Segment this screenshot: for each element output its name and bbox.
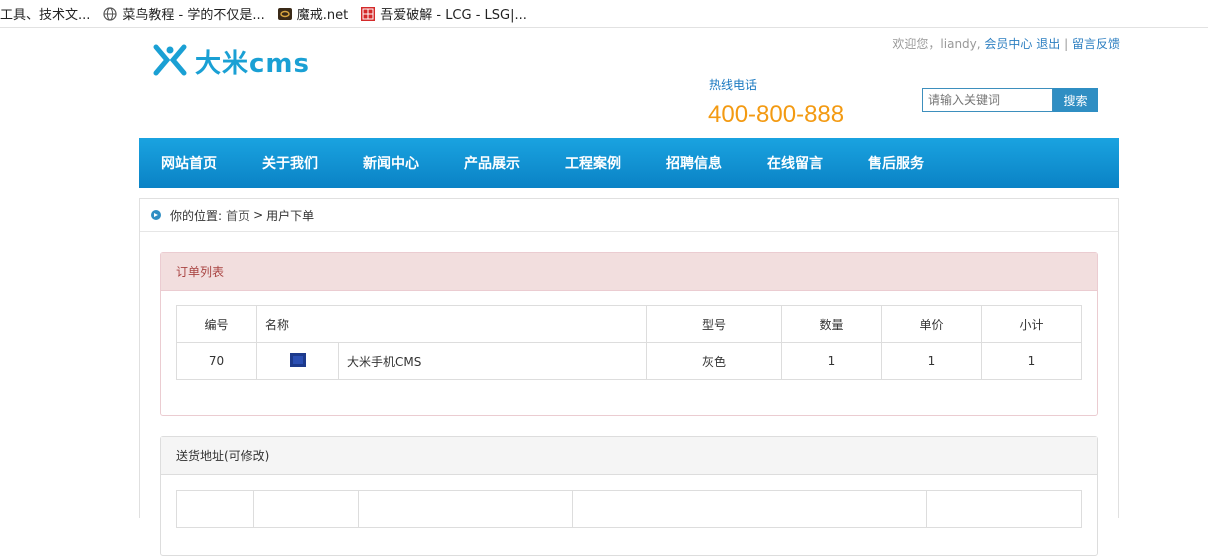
nav-jobs[interactable]: 招聘信息 xyxy=(666,153,722,173)
col-qty: 数量 xyxy=(781,305,882,343)
order-table: 编号 名称 型号 数量 单价 小计 70 大米手机CMS 灰色 1 1 1 xyxy=(176,305,1082,380)
bookmark-tools[interactable]: 工具、技术文... xyxy=(0,4,90,23)
nav-cases[interactable]: 工程案例 xyxy=(565,153,621,173)
breadcrumb-home[interactable]: 首页 xyxy=(226,207,250,224)
content-frame: 你的位置: 首页 > 用户下单 订单列表 编号 名称 型号 数量 单价 小计 7… xyxy=(139,198,1119,556)
address-title: 送货地址(可修改) xyxy=(161,437,1097,475)
bookmark-label: 菜鸟教程 - 学的不仅是... xyxy=(122,8,265,23)
product-subtotal: 1 xyxy=(981,342,1082,380)
product-price: 1 xyxy=(881,342,982,380)
site-logo[interactable]: 大米cms xyxy=(153,43,310,80)
col-id: 编号 xyxy=(176,305,257,343)
nav-service[interactable]: 售后服务 xyxy=(868,153,924,173)
bookmark-runoob[interactable]: 菜鸟教程 - 学的不仅是... xyxy=(102,4,265,23)
main-nav: 网站首页 关于我们 新闻中心 产品展示 工程案例 招聘信息 在线留言 售后服务 xyxy=(139,138,1119,188)
bookmarks-bar: 工具、技术文... 菜鸟教程 - 学的不仅是... 魔戒.net 吾爱破解 - … xyxy=(0,0,1208,28)
breadcrumb-prefix: 你的位置: xyxy=(170,208,223,223)
search-box: 搜索 xyxy=(922,88,1098,112)
product-qty: 1 xyxy=(781,342,882,380)
nav-products[interactable]: 产品展示 xyxy=(464,153,520,173)
col-model: 型号 xyxy=(646,305,782,343)
welcome-text: 欢迎您，liandy, xyxy=(892,37,981,51)
nav-message[interactable]: 在线留言 xyxy=(767,153,823,173)
nav-news[interactable]: 新闻中心 xyxy=(363,153,419,173)
table-header-row: 编号 名称 型号 数量 单价 小计 xyxy=(176,305,1082,343)
address-panel: 送货地址(可修改) xyxy=(160,436,1098,556)
breadcrumb-current: 用户下单 xyxy=(266,208,315,223)
table-row: 70 大米手机CMS 灰色 1 1 1 xyxy=(176,342,1082,380)
product-thumb-cell xyxy=(256,342,339,380)
product-model: 灰色 xyxy=(646,342,782,380)
col-name: 名称 xyxy=(256,305,647,343)
red-seal-icon xyxy=(360,6,376,22)
search-button[interactable]: 搜索 xyxy=(1053,88,1098,112)
user-links: 欢迎您，liandy, 会员中心 退出 | 留言反馈 xyxy=(892,35,1120,52)
nav-about[interactable]: 关于我们 xyxy=(262,153,318,173)
ring-icon xyxy=(277,6,293,22)
location-icon xyxy=(151,210,161,220)
hotline-number: 400-800-888 xyxy=(708,101,845,128)
logo-mark-icon xyxy=(153,44,187,80)
hotline-label: 热线电话 xyxy=(709,78,758,92)
product-thumbnail[interactable] xyxy=(289,352,306,367)
search-input[interactable] xyxy=(922,88,1053,112)
order-list-panel: 订单列表 编号 名称 型号 数量 单价 小计 70 大米手机CMS 灰色 1 1… xyxy=(160,252,1098,416)
member-center-link[interactable]: 会员中心 xyxy=(984,37,1032,51)
logout-link[interactable]: 退出 xyxy=(1036,37,1060,51)
order-list-title: 订单列表 xyxy=(161,253,1097,291)
breadcrumb-sep: > xyxy=(253,208,264,222)
product-name[interactable]: 大米手机CMS xyxy=(338,342,647,380)
bookmark-label: 吾爱破解 - LCG - LSG|... xyxy=(380,8,527,23)
col-subtotal: 小计 xyxy=(981,305,1082,343)
bookmark-mojie[interactable]: 魔戒.net xyxy=(277,4,348,23)
col-price: 单价 xyxy=(881,305,982,343)
separator: | xyxy=(1064,37,1069,51)
table-row xyxy=(176,490,1082,528)
bookmark-label: 工具、技术文... xyxy=(0,8,91,23)
address-table xyxy=(176,490,1082,528)
feedback-link[interactable]: 留言反馈 xyxy=(1072,37,1120,51)
order-id: 70 xyxy=(176,342,257,380)
logo-text: 大米cms xyxy=(195,49,310,79)
bookmark-52pojie[interactable]: 吾爱破解 - LCG - LSG|... xyxy=(360,4,527,23)
globe-icon xyxy=(102,6,118,22)
nav-home[interactable]: 网站首页 xyxy=(161,153,217,173)
breadcrumb: 你的位置: 首页 > 用户下单 xyxy=(140,199,1118,232)
bookmark-label: 魔戒.net xyxy=(296,8,349,23)
